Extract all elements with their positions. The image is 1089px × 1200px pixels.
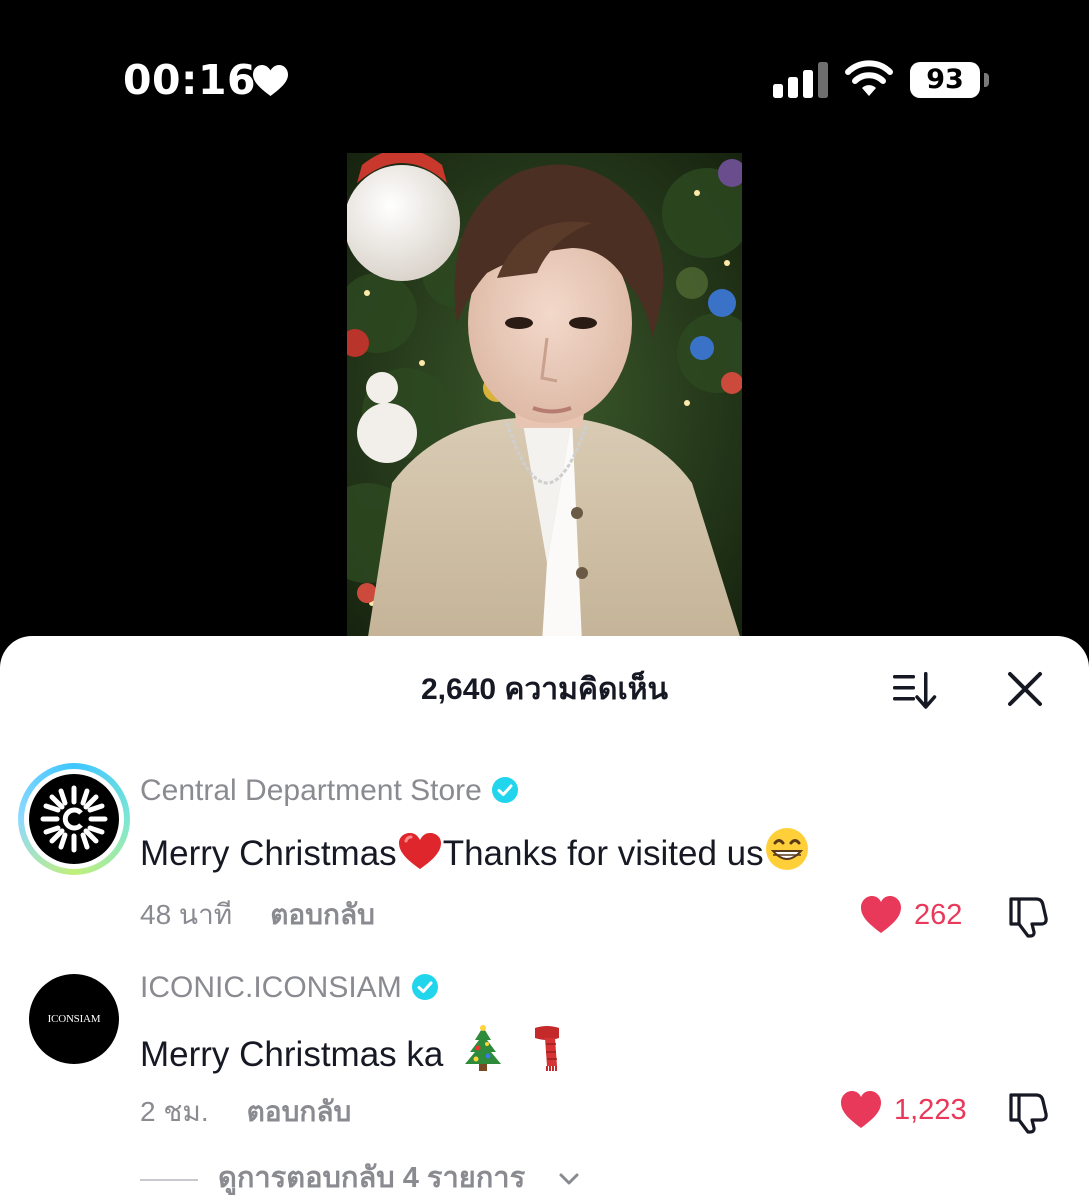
central-logo-icon: [40, 785, 108, 853]
verified-badge-icon: [491, 777, 518, 803]
wifi-icon: [845, 60, 893, 96]
close-icon[interactable]: [1006, 670, 1044, 708]
battery-tip: [984, 73, 989, 87]
avatar-story-ring[interactable]: [18, 763, 130, 875]
grinning-face-emoji: [765, 828, 808, 870]
comment-meta: 2 ชม. ตอบกลับ: [140, 1094, 351, 1130]
comment-username[interactable]: ICONIC.ICONSIAM: [140, 968, 438, 1008]
verified-badge-icon: [411, 974, 438, 1000]
replies-divider-line: [140, 1179, 198, 1181]
reply-button[interactable]: ตอบกลับ: [270, 897, 375, 933]
view-replies-button[interactable]: ดูการตอบกลับ 4 รายการ: [140, 1160, 600, 1200]
comment-text-body: Merry Christmas ka: [140, 1035, 444, 1074]
red-heart-emoji: [398, 833, 441, 869]
dislike-icon[interactable]: [1006, 1090, 1050, 1134]
battery-icon: 93: [910, 62, 989, 98]
reply-button[interactable]: ตอบกลับ: [247, 1094, 352, 1130]
like-button[interactable]: 1,223: [840, 1090, 980, 1130]
avatar-logo-text: ICONSIAM: [47, 1013, 101, 1025]
heart-icon: [841, 1091, 881, 1128]
status-bar: 00:16 93: [0, 0, 1089, 150]
scarf-emoji: [534, 1026, 559, 1071]
dislike-icon[interactable]: [1006, 894, 1050, 938]
like-button[interactable]: 262: [860, 895, 980, 935]
comment-time: 2 ชม.: [140, 1096, 209, 1127]
status-time: 00:16: [123, 56, 257, 104]
heart-icon: [253, 65, 288, 96]
chevron-down-icon: [559, 1173, 579, 1185]
comment-username[interactable]: Central Department Store: [140, 771, 518, 811]
comment-meta: 48 นาที ตอบกลับ: [140, 897, 375, 933]
christmas-tree-emoji: [465, 1025, 502, 1071]
comment-text: Merry Christmas ka: [140, 1024, 567, 1077]
tiktok-screen: 00:16 93 2,640 ความคิดเห็น Central Depar…: [0, 0, 1089, 1200]
avatar[interactable]: ICONSIAM: [29, 974, 119, 1064]
comment-item: ICONSIAM ICONIC.ICONSIAM Merry Christmas…: [0, 971, 1089, 1154]
video-illustration: [347, 153, 742, 643]
comment-time: 48 นาที: [140, 899, 233, 930]
comments-sheet: 2,640 ความคิดเห็น Central Department Sto…: [0, 636, 1089, 1200]
sort-icon[interactable]: [893, 670, 939, 710]
view-replies-label: ดูการตอบกลับ 4 รายการ: [218, 1162, 526, 1194]
like-count: 1,223: [894, 1094, 967, 1126]
comment-item: Central Department Store Merry Christmas…: [0, 763, 1089, 947]
battery-level: 93: [910, 62, 980, 98]
signal-icon: [773, 62, 828, 98]
username-text: Central Department Store: [140, 774, 482, 807]
video-frame[interactable]: [347, 153, 742, 643]
like-count: 262: [914, 899, 963, 931]
comment-text-part1: Merry Christmas: [140, 834, 397, 873]
heart-icon: [861, 896, 901, 933]
username-text: ICONIC.ICONSIAM: [140, 971, 402, 1004]
comment-text-part2: Thanks for visited us: [442, 834, 764, 873]
avatar: [29, 774, 119, 864]
comment-text: Merry Christmas Thanks for visited us: [140, 827, 810, 876]
